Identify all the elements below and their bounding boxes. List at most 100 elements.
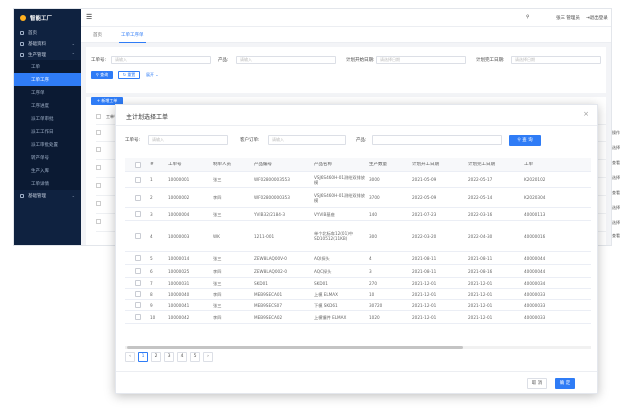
- page-button[interactable]: 3: [164, 352, 174, 362]
- cancel-button[interactable]: 取 消: [527, 378, 547, 389]
- search-button-label: 查询: [100, 72, 109, 77]
- sidebar-item-basic-data[interactable]: 基础资料 ⌄: [14, 38, 81, 49]
- checkbox[interactable]: [96, 183, 101, 188]
- row-action[interactable]: 选择: [612, 175, 620, 181]
- tab-work-order-process[interactable]: 工单工序单: [119, 32, 145, 43]
- chevron-down-icon: ⌄: [154, 72, 159, 77]
- page-button[interactable]: 5: [190, 352, 200, 362]
- sidebar-item-basic-manage[interactable]: 基础管理 ⌄: [14, 190, 81, 201]
- sidebar-subitem[interactable]: 派工审批处置: [14, 138, 81, 151]
- table-row[interactable]: 7 10000031 张三 SKD01 SKD01 270 2021-12-01 2021-1…: [125, 278, 591, 289]
- page-button[interactable]: 2: [151, 352, 161, 362]
- sidebar-subitem-active[interactable]: 工单工序: [14, 73, 81, 86]
- row-checkbox[interactable]: [134, 280, 141, 286]
- select-all-checkbox[interactable]: [134, 161, 141, 168]
- row-checkbox[interactable]: [134, 302, 141, 308]
- reset-button[interactable]: ↻ 重置: [118, 71, 140, 79]
- cell-qty: 1020: [369, 314, 380, 320]
- prev-page-button[interactable]: ‹: [125, 352, 135, 362]
- page-button[interactable]: 1: [138, 352, 148, 362]
- row-checkbox[interactable]: [134, 291, 141, 297]
- row-action[interactable]: 选择: [612, 205, 620, 211]
- row-checkbox[interactable]: [134, 255, 141, 261]
- row-checkbox[interactable]: [134, 194, 141, 201]
- row-checkbox[interactable]: [134, 176, 141, 183]
- cell-code: MEB9SECA02: [254, 314, 283, 320]
- scrollbar-thumb[interactable]: [127, 346, 463, 349]
- cell-creator: 张三: [213, 177, 222, 182]
- row-action[interactable]: 查看: [612, 233, 620, 239]
- table-row[interactable]: 5 10000014 张三 ZEW8LAQ00V-0 AQI探头 4 2021-08-11 2…: [125, 252, 591, 265]
- table-row[interactable]: 8 10000040 李四 MEB9SECA01 上模 ELMAX 10 2021-12-0…: [125, 289, 591, 300]
- dialog-product-input[interactable]: [372, 135, 502, 145]
- user-info[interactable]: 张三 管理员: [556, 15, 580, 21]
- table-row[interactable]: 4 10000003 WK 1211-001 单个北标车12(01)中SD10512(1…: [125, 221, 591, 252]
- sidebar-subitem[interactable]: 工序进度: [14, 99, 81, 112]
- cell-tail: 40000033: [524, 291, 546, 297]
- cell-tail: 40000033: [524, 302, 546, 308]
- cell-order: 10000025: [168, 268, 190, 274]
- plan-start-date-input[interactable]: 请选择日期: [376, 56, 466, 64]
- sidebar-subitem[interactable]: 工单: [14, 60, 81, 73]
- cell-name: AQI探头: [314, 255, 330, 261]
- page-button[interactable]: 4: [177, 352, 187, 362]
- checkbox[interactable]: [96, 130, 101, 135]
- row-checkbox[interactable]: [134, 211, 141, 217]
- row-action[interactable]: 选择: [612, 220, 620, 226]
- table-row[interactable]: 1 10000001 张三 WF02800003553 VSJ6S460H-01测绘双排…: [125, 172, 591, 188]
- dialog-search-button[interactable]: ⚲ 查 询: [509, 135, 541, 146]
- sidebar-item-label: 基础管理: [28, 193, 46, 199]
- row-checkbox[interactable]: [134, 233, 141, 239]
- checkbox[interactable]: [96, 201, 101, 206]
- table-row[interactable]: 9 10000041 张三 MEB9SECS07 下模 SKD61 30720 2021-1…: [125, 300, 591, 311]
- product-input[interactable]: 请输入: [236, 56, 336, 64]
- cell-index: 7: [150, 280, 153, 286]
- row-checkbox[interactable]: [134, 268, 141, 274]
- close-icon[interactable]: ×: [583, 110, 589, 118]
- search-button[interactable]: ⚲ 查询: [91, 71, 113, 79]
- checkbox[interactable]: [96, 114, 101, 119]
- checkbox[interactable]: [96, 165, 101, 170]
- table-row[interactable]: 10 10000042 李四 MEB9SECA02 上模镶件 ELMAX 1020 2021…: [125, 311, 591, 324]
- sidebar-subitem[interactable]: 派工工作日: [14, 125, 81, 138]
- app-logo: 智能工厂: [14, 9, 81, 27]
- row-action[interactable]: 操作: [612, 130, 620, 136]
- logout-link[interactable]: ⇥退出登录: [586, 15, 608, 21]
- sidebar-subitem[interactable]: 工单详情: [14, 177, 81, 190]
- cell-order: 10000041: [168, 302, 190, 308]
- column-header-work-order: 工单: [524, 162, 533, 167]
- search-icon[interactable]: ⚲: [526, 15, 529, 20]
- select-all-checkbox-cell: [125, 161, 147, 168]
- table-row[interactable]: 6 10000025 李四 ZEW8LAQ002-0 AQC探头 3 2021-08-11 2…: [125, 265, 591, 278]
- checkbox[interactable]: [96, 147, 101, 152]
- horizontal-scrollbar[interactable]: [125, 346, 591, 349]
- row-action[interactable]: 查看: [612, 160, 620, 166]
- expand-link[interactable]: 展开 ⌄: [146, 72, 159, 78]
- row-action[interactable]: 查看: [612, 190, 620, 196]
- tab-home[interactable]: 首页: [93, 32, 102, 38]
- table-row[interactable]: 3 10000004 张三 YVIB32/2184-3 VYVIB基座 140 2021-0…: [125, 208, 591, 221]
- sidebar-subitem[interactable]: 生产入库: [14, 164, 81, 177]
- next-page-button[interactable]: ›: [203, 352, 213, 362]
- work-order-table: # 工单号 制单人员 产品编号 产品名称 生产数量 计划开工日期 计划完工日期 …: [125, 158, 591, 324]
- sidebar-subitem[interactable]: 转产单号: [14, 151, 81, 164]
- row-action[interactable]: 选择: [612, 145, 620, 151]
- sidebar-subitem[interactable]: 工序单: [14, 86, 81, 99]
- table-row[interactable]: 2 10000002 李四 WF02800000353 VSJ6S460H-01测绘双排…: [125, 188, 591, 208]
- checkbox[interactable]: [96, 219, 101, 224]
- database-icon: [20, 41, 24, 46]
- cell-creator: 张三: [213, 280, 222, 286]
- work-order-input[interactable]: 请输入: [111, 56, 211, 64]
- sidebar-item-home[interactable]: 首页: [14, 27, 81, 38]
- row-checkbox[interactable]: [134, 314, 141, 320]
- customer-order-input[interactable]: 请输入: [268, 135, 346, 145]
- sidebar-subitem[interactable]: 派工单审批: [14, 112, 81, 125]
- dialog-work-order-input[interactable]: 请输入: [148, 135, 228, 145]
- divider: [116, 125, 597, 126]
- sidebar-item-production[interactable]: 生产管理 ⌃: [14, 49, 81, 60]
- cell-name: 上模镶件 ELMAX: [314, 314, 347, 320]
- menu-toggle-icon[interactable]: ☰: [86, 14, 92, 21]
- plan-end-date-input[interactable]: 请选择日期: [511, 56, 601, 64]
- cell-name: 下模 SKD61: [314, 302, 338, 308]
- ok-button[interactable]: 确 定: [555, 378, 575, 389]
